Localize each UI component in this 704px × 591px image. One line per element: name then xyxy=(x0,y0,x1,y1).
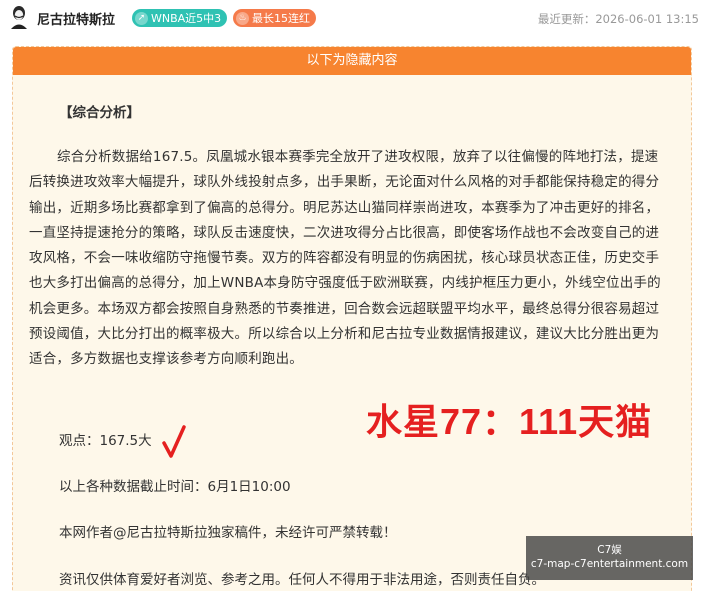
site-watermark: C7娱 c7-map-c7entertainment.com xyxy=(526,536,693,580)
author-avatar[interactable] xyxy=(8,5,30,29)
author-name[interactable]: 尼古拉特斯拉 xyxy=(37,9,115,28)
view-line: 观点：167.5大 xyxy=(59,433,152,449)
streak-badge-label: 最长15连红 xyxy=(252,12,310,25)
analysis-paragraph: 综合分析数据给167.5。凤凰城水银本赛季完全放开了进攻权限，放弃了以往偏慢的阵… xyxy=(29,149,661,368)
flame-icon: ♨ xyxy=(236,11,249,25)
final-score: 水星77：111天猫 xyxy=(366,401,653,442)
record-badge: ➚ WNBA近5中3 xyxy=(132,9,228,27)
check-mark-icon xyxy=(162,425,186,458)
data-cutoff-line: 以上各种数据截止时间：6月1日10:00 xyxy=(59,479,291,495)
section-title: 【综合分析】 xyxy=(59,105,140,121)
copyright-note: 本网作者@尼古拉特斯拉独家稿件，未经许可严禁转载！ xyxy=(59,525,397,541)
watermark-url: c7-map-c7entertainment.com xyxy=(530,558,689,570)
last-updated: 最近更新：2026-06-01 13:15 xyxy=(537,12,699,26)
disclaimer-line: 资讯仅供体育爱好者浏览、参考之用。任何人不得用于非法用途，否则责任自负。 xyxy=(59,572,545,588)
record-badge-label: WNBA近5中3 xyxy=(151,12,222,25)
hidden-content-card: 以下为隐藏内容 【综合分析】 综合分析数据给167.5。凤凰城水银本赛季完全放开… xyxy=(12,46,692,591)
trend-icon: ➚ xyxy=(135,11,148,25)
streak-badge: ♨ 最长15连红 xyxy=(233,9,316,27)
hidden-content-banner: 以下为隐藏内容 xyxy=(13,47,691,75)
article-header: 尼古拉特斯拉 ➚ WNBA近5中3 ♨ 最长15连红 最近更新：2026-06-… xyxy=(0,0,704,38)
watermark-title: C7娱 xyxy=(597,544,622,556)
